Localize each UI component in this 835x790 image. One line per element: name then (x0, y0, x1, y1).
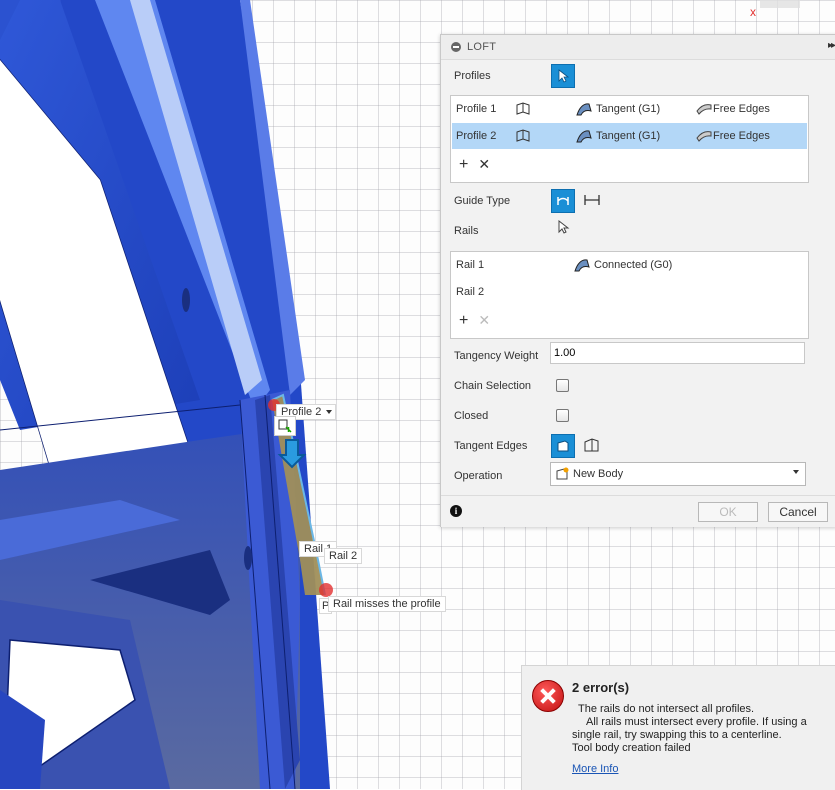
closed-label: Closed (454, 410, 489, 422)
rails-guide-icon (557, 197, 569, 205)
chevron-down-icon (793, 470, 799, 474)
rails-actions: + ✕ (459, 312, 500, 330)
profiles-list: Profile 1 Tangent (G1) Free Edges Profil… (450, 95, 809, 183)
remove-icon[interactable]: ✕ (478, 156, 490, 172)
cursor-icon (558, 69, 570, 83)
profile-row[interactable]: Profile 1 Tangent (G1) Free Edges (452, 96, 807, 122)
operation-value: New Body (573, 468, 624, 480)
profile-condition[interactable]: Tangent (G1) (596, 130, 660, 142)
collapse-icon[interactable] (451, 42, 461, 52)
new-body-icon (556, 467, 569, 480)
error-panel: 2 error(s) The rails do not intersect al… (521, 665, 835, 790)
profile-end-condition-icon[interactable] (514, 128, 532, 144)
tangency-weight-input[interactable] (550, 342, 805, 364)
closed-checkbox[interactable] (556, 409, 569, 422)
rail-row[interactable]: Rail 2 (452, 279, 807, 305)
tangent-edges-merge-button[interactable] (551, 434, 575, 458)
rail-name: Rail 1 (456, 259, 485, 271)
tangency-weight-label: Tangency Weight (454, 350, 539, 362)
rails-cursor-icon[interactable] (556, 220, 570, 236)
profile-name: Profile 1 (456, 103, 497, 115)
svg-text:x: x (750, 5, 756, 19)
guide-type-rails-button[interactable] (551, 189, 575, 213)
operation-select[interactable]: New Body (550, 462, 806, 486)
chain-selection-checkbox[interactable] (556, 379, 569, 392)
loft-dialog: LOFT ▸▸ Profiles Profile 1 Tangent (G1) … (440, 34, 835, 527)
profile-sketch-icon[interactable] (274, 416, 296, 436)
ok-button[interactable]: OK (698, 502, 758, 522)
profiles-label: Profiles (454, 70, 491, 82)
add-icon[interactable]: + (459, 312, 468, 329)
profiles-actions: + ✕ (459, 156, 500, 174)
merge-edges-icon (557, 440, 569, 452)
profile-edges[interactable]: Free Edges (713, 130, 770, 142)
rail-row[interactable]: Rail 1 Connected (G0) (452, 252, 807, 278)
remove-icon: ✕ (478, 312, 491, 328)
rail-name: Rail 2 (456, 286, 485, 298)
error-detail: single rail, try swapping this to a cent… (572, 729, 782, 741)
error-detail: Tool body creation failed (572, 742, 691, 754)
expand-icon[interactable]: ▸▸ (828, 40, 835, 51)
more-info-link[interactable]: More Info (572, 763, 618, 775)
profiles-select-button[interactable] (551, 64, 575, 88)
connected-icon (574, 259, 590, 272)
rail2-label[interactable]: Rail 2 (324, 548, 363, 564)
cancel-button[interactable]: Cancel (768, 502, 828, 522)
guide-type-label: Guide Type (454, 195, 511, 207)
profile-condition[interactable]: Tangent (G1) (596, 103, 660, 115)
info-icon[interactable]: i (450, 505, 462, 517)
add-icon[interactable]: + (459, 156, 468, 173)
loft-title: LOFT (467, 41, 497, 53)
tangent-icon (576, 130, 592, 143)
error-detail: All rails must intersect every profile. … (586, 716, 807, 728)
profile-edges[interactable]: Free Edges (713, 103, 770, 115)
profile-end-condition-icon[interactable] (514, 101, 532, 117)
free-edges-icon (696, 104, 712, 115)
centerline-guide-icon[interactable] (583, 192, 601, 208)
tangent-icon (576, 103, 592, 116)
tangent-edges-label: Tangent Edges (454, 440, 528, 452)
keep-edges-icon[interactable] (583, 437, 601, 453)
free-edges-icon (696, 131, 712, 142)
chevron-down-icon (326, 410, 333, 414)
rail-condition[interactable]: Connected (G0) (594, 259, 672, 271)
rail-error-label: Rail misses the profile (328, 596, 446, 612)
rails-list: Rail 1 Connected (G0) Rail 2 + ✕ (450, 251, 809, 339)
chain-selection-label: Chain Selection (454, 380, 532, 392)
error-icon (532, 680, 564, 712)
dialog-footer: i OK Cancel (441, 495, 835, 527)
operation-label: Operation (454, 470, 503, 482)
loft-header[interactable]: LOFT ▸▸ (441, 35, 835, 60)
profile-row[interactable]: Profile 2 Tangent (G1) Free Edges (452, 123, 807, 149)
error-title: 2 error(s) (572, 680, 630, 695)
profile-name: Profile 2 (456, 130, 497, 142)
rails-label: Rails (454, 225, 479, 237)
error-message: The rails do not intersect all profiles. (578, 703, 755, 715)
